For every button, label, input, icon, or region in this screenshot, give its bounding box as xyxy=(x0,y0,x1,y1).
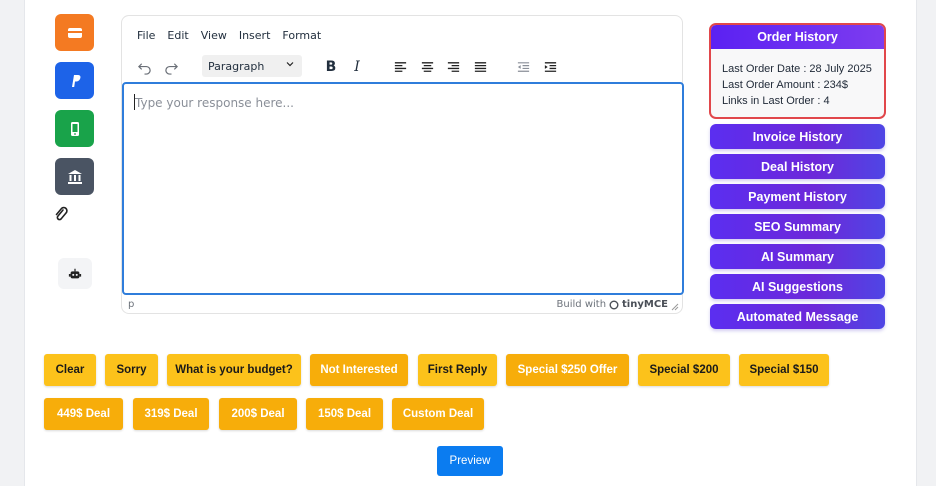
paypal-icon xyxy=(71,74,80,87)
credit-card-icon xyxy=(67,27,82,38)
redo-icon xyxy=(164,62,178,75)
block-format-value: Paragraph xyxy=(208,59,265,73)
ai-summary-button[interactable]: AI Summary xyxy=(710,244,885,269)
outdent-button[interactable] xyxy=(515,57,531,77)
quick-not-interested-button[interactable]: Not Interested xyxy=(310,354,408,386)
resize-handle-icon[interactable] xyxy=(671,303,679,311)
block-format-select[interactable]: Paragraph xyxy=(202,55,302,77)
rich-text-editor: File Edit View Insert Format Paragraph B… xyxy=(121,15,684,314)
align-right-icon xyxy=(447,61,459,72)
mobile-payment-button[interactable] xyxy=(55,110,94,147)
quick-special-150-button[interactable]: Special $150 xyxy=(739,354,829,386)
invoice-history-button[interactable]: Invoice History xyxy=(710,124,885,149)
tinymce-branding[interactable]: Build with tinyMCE xyxy=(557,299,668,310)
indent-button[interactable] xyxy=(542,57,558,77)
quick-budget-button[interactable]: What is your budget? xyxy=(167,354,301,386)
quick-sorry-button[interactable]: Sorry xyxy=(105,354,158,386)
menu-view[interactable]: View xyxy=(201,29,227,42)
deal-history-button[interactable]: Deal History xyxy=(710,154,885,179)
tinymce-logo-icon xyxy=(609,300,619,309)
menu-format[interactable]: Format xyxy=(282,29,321,42)
editor-menubar: File Edit View Insert Format xyxy=(122,16,682,54)
bank-icon xyxy=(67,169,82,184)
align-left-icon xyxy=(394,61,406,72)
paperclip-icon[interactable] xyxy=(54,206,68,222)
deal-449-button[interactable]: 449$ Deal xyxy=(44,398,123,430)
menu-edit[interactable]: Edit xyxy=(167,29,188,42)
build-with-label: Build with xyxy=(556,299,607,310)
preview-button[interactable]: Preview xyxy=(437,446,503,476)
menu-file[interactable]: File xyxy=(137,29,155,42)
redo-button[interactable] xyxy=(162,57,180,77)
outdent-icon xyxy=(517,61,529,72)
deal-319-button[interactable]: 319$ Deal xyxy=(133,398,209,430)
payment-history-button[interactable]: Payment History xyxy=(710,184,885,209)
custom-deal-button[interactable]: Custom Deal xyxy=(392,398,484,430)
editor-toolbar: Paragraph B I xyxy=(122,54,682,80)
last-order-date: Last Order Date : 28 July 2025 xyxy=(722,63,872,75)
indent-icon xyxy=(544,61,556,72)
seo-summary-button[interactable]: SEO Summary xyxy=(710,214,885,239)
order-history-card: Order History Last Order Date : 28 July … xyxy=(709,23,886,119)
deal-200-button[interactable]: 200$ Deal xyxy=(219,398,297,430)
quick-clear-button[interactable]: Clear xyxy=(44,354,96,386)
links-in-last-order: Links in Last Order : 4 xyxy=(722,95,830,107)
bold-button[interactable]: B xyxy=(322,57,340,77)
align-center-button[interactable] xyxy=(419,57,435,77)
tinymce-brand: tinyMCE xyxy=(622,299,668,310)
italic-button[interactable]: I xyxy=(348,57,366,77)
order-history-details: Last Order Date : 28 July 2025 Last Orde… xyxy=(711,49,884,109)
automated-message-button[interactable]: Automated Message xyxy=(710,304,885,329)
quick-special-250-button[interactable]: Special $250 Offer xyxy=(506,354,629,386)
undo-icon xyxy=(137,62,151,75)
robot-icon xyxy=(68,268,82,278)
justify-button[interactable] xyxy=(472,57,488,77)
quick-first-reply-button[interactable]: First Reply xyxy=(418,354,497,386)
ai-suggestions-button[interactable]: AI Suggestions xyxy=(710,274,885,299)
response-textarea[interactable]: Type your response here... xyxy=(122,82,684,295)
element-path[interactable]: p xyxy=(128,299,134,310)
quick-special-200-button[interactable]: Special $200 xyxy=(638,354,730,386)
deal-150-button[interactable]: 150$ Deal xyxy=(306,398,383,430)
editor-placeholder: Type your response here... xyxy=(135,96,294,110)
menu-insert[interactable]: Insert xyxy=(239,29,271,42)
justify-icon xyxy=(474,61,486,72)
order-history-title[interactable]: Order History xyxy=(711,25,884,49)
editor-statusbar: p Build with tinyMCE xyxy=(122,297,682,314)
ai-bot-button[interactable] xyxy=(58,258,92,289)
paypal-button[interactable] xyxy=(55,62,94,99)
align-right-button[interactable] xyxy=(445,57,461,77)
align-center-icon xyxy=(421,61,433,72)
align-left-button[interactable] xyxy=(392,57,408,77)
mobile-phone-icon xyxy=(70,121,79,136)
last-order-amount: Last Order Amount : 234$ xyxy=(722,79,848,91)
bank-button[interactable] xyxy=(55,158,94,195)
credit-card-button[interactable] xyxy=(55,14,94,51)
chevron-down-icon xyxy=(286,62,294,67)
undo-button[interactable] xyxy=(135,57,153,77)
